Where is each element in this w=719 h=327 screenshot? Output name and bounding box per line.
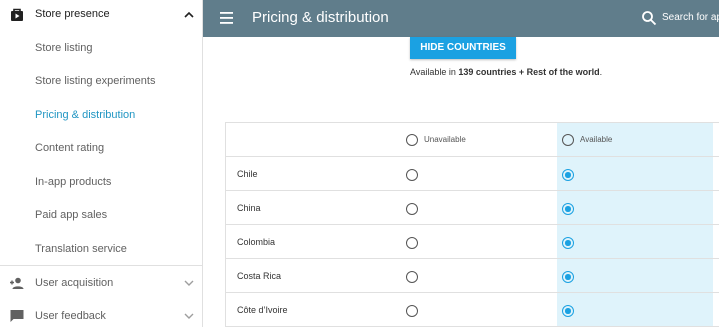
unavailable-radio[interactable] [406,271,418,283]
unavailable-radio[interactable] [406,305,418,317]
hide-countries-button[interactable]: HIDE COUNTRIES [410,37,516,59]
table-row: Costa Rica [226,259,719,293]
country-name: Chile [237,169,258,179]
sidebar-item-pricing-distribution[interactable]: Pricing & distribution [0,98,202,131]
table-row: Colombia [226,225,719,259]
sidebar-item-content-rating[interactable]: Content rating [0,131,202,164]
table-header: Unavailable Available [226,123,719,157]
availability-count: 139 countries + Rest of the world [458,67,600,77]
availability-summary: Available in 139 countries + Rest of the… [410,67,602,77]
person-add-icon [10,277,24,289]
availability-prefix: Available in [410,67,459,77]
sidebar-item-label: In-app products [35,176,112,188]
search-icon[interactable] [641,10,657,26]
search-input[interactable]: Search for app [662,12,719,23]
country-name: Colombia [237,237,276,247]
table-row: Chile [226,157,719,191]
chevron-up-icon[interactable] [182,8,196,22]
sidebar-item-label: Paid app sales [35,209,108,221]
sidebar-group-user-acquisition[interactable]: User acquisition [0,266,202,299]
unavailable-radio[interactable] [406,203,418,215]
country-name: China [237,203,261,213]
available-radio[interactable] [562,305,574,317]
store-presence-header[interactable]: Store presence [0,0,203,31]
sidebar-item-label: Store listing [35,42,93,54]
available-radio[interactable] [562,203,574,215]
availability-suffix: . [599,67,603,77]
chat-icon [10,310,24,322]
column-header-unavailable: Unavailable [424,135,466,144]
sidebar-item-translation-service[interactable]: Translation service [0,232,202,265]
chevron-down-icon[interactable] [182,309,196,323]
column-header-available: Available [580,135,613,144]
countries-table: Unavailable Available Chile China Colomb… [225,122,719,327]
store-presence-icon [11,8,23,21]
sidebar-group-label: User feedback [35,310,106,322]
sidebar-item-in-app-products[interactable]: In-app products [0,165,202,198]
table-row: Côte d’Ivoire [226,293,719,327]
top-app-bar: Pricing & distribution Search for app [203,0,719,37]
available-radio[interactable] [562,169,574,181]
menu-icon[interactable] [219,11,235,25]
sidebar-item-label: Pricing & distribution [35,109,136,121]
country-name: Côte d’Ivoire [237,305,288,315]
sidebar-item-label: Translation service [35,243,127,255]
chevron-down-icon[interactable] [182,276,196,290]
sidebar-item-store-listing-experiments[interactable]: Store listing experiments [0,64,202,97]
unavailable-all-radio[interactable] [406,134,418,146]
unavailable-radio[interactable] [406,237,418,249]
sidebar: Store presence Store listing Store listi… [0,0,203,327]
sidebar-item-paid-app-sales[interactable]: Paid app sales [0,198,202,231]
sidebar-group-label: User acquisition [35,277,114,289]
unavailable-radio[interactable] [406,169,418,181]
sidebar-group-user-feedback[interactable]: User feedback [0,299,202,327]
available-radio[interactable] [562,237,574,249]
sidebar-item-label: Store listing experiments [35,75,156,87]
page-title: Pricing & distribution [252,9,389,26]
country-name: Costa Rica [237,271,282,281]
available-radio[interactable] [562,271,574,283]
sidebar-item-store-listing[interactable]: Store listing [0,31,202,64]
available-all-radio[interactable] [562,134,574,146]
store-presence-label: Store presence [35,8,110,20]
main-content: HIDE COUNTRIES Available in 139 countrie… [203,37,719,327]
table-row: China [226,191,719,225]
sidebar-item-label: Content rating [35,142,105,154]
